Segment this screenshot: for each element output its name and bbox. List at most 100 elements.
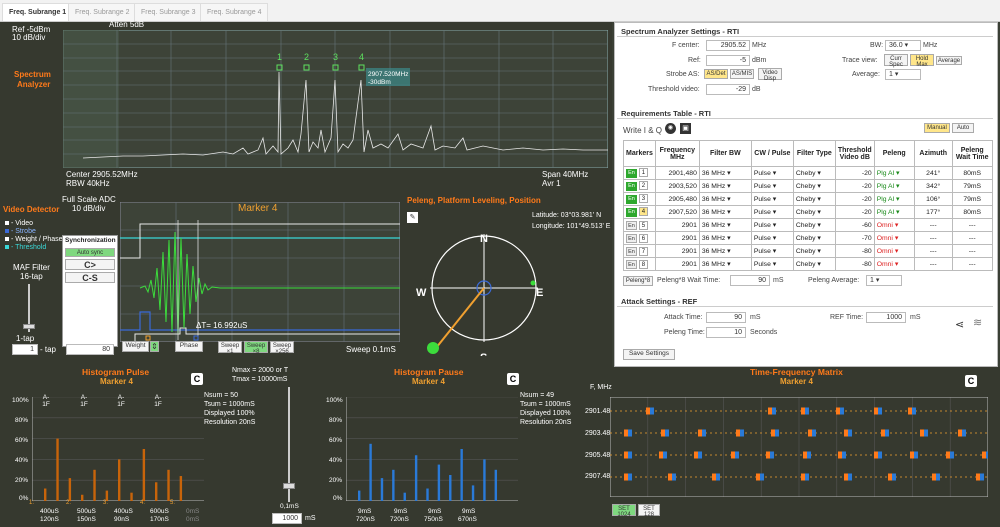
set-128-button[interactable]: SET 128 <box>638 504 660 518</box>
tap-input[interactable]: 1 <box>12 344 38 355</box>
hist-pulse-clear-button[interactable]: C <box>191 373 203 385</box>
time-slider-handle[interactable] <box>283 483 295 489</box>
peleng8-wait-input[interactable]: 90 <box>730 275 770 286</box>
tab-subrange-3[interactable]: Freq. Subrange 3 <box>134 3 203 21</box>
manual-button[interactable]: Manual <box>924 123 950 133</box>
save-settings-button[interactable]: Save Settings <box>623 349 675 360</box>
tfm-plot[interactable] <box>610 397 988 497</box>
video-plot[interactable]: Marker 4 ΔT= 16.992uS <box>120 202 400 342</box>
freq-cell[interactable]: 2903,520 <box>654 179 700 193</box>
ft-cell[interactable]: Cheby ▾ <box>792 257 836 271</box>
ft-cell[interactable]: Cheby ▾ <box>792 231 836 245</box>
enable-toggle[interactable]: En <box>626 182 637 191</box>
freq-cell[interactable]: 2905,480 <box>654 192 700 206</box>
sync-opt-3[interactable]: ● 0.300mS <box>66 306 100 313</box>
marker-number[interactable]: 6 <box>638 233 648 243</box>
compass[interactable]: N E S W <box>412 208 552 356</box>
thr-cell[interactable]: -20 <box>834 192 875 206</box>
auto-sync-button[interactable]: Auto sync <box>65 248 115 257</box>
thr-cell[interactable]: -20 <box>834 205 875 219</box>
set-1024-button[interactable]: SET 1024 <box>612 504 636 518</box>
average-select[interactable]: 1 ▾ <box>885 69 921 80</box>
tab-subrange-1[interactable]: Freq. Subrange 1 <box>2 3 74 21</box>
marker-number[interactable]: 2 <box>638 181 648 190</box>
peleng-cell[interactable]: Omni ▾ <box>873 231 915 245</box>
hist-pulse-chart[interactable] <box>32 397 204 501</box>
bw-cell[interactable]: 36 MHz ▾ <box>698 257 752 271</box>
peleng-cell[interactable]: Omni ▾ <box>873 218 915 232</box>
peleng-cell[interactable]: Plg Al ▾ <box>873 166 915 180</box>
peleng-cell[interactable]: Omni ▾ <box>873 257 915 271</box>
freq-cell[interactable]: 2901 <box>654 218 700 232</box>
cw-cell[interactable]: Pulse ▾ <box>750 218 794 232</box>
enable-toggle[interactable]: En <box>626 195 637 204</box>
bw-cell[interactable]: 36 MHz ▾ <box>698 231 752 245</box>
hist-pause-chart[interactable] <box>346 397 518 501</box>
ref-input[interactable]: -5 <box>706 55 750 66</box>
cw-cell[interactable]: Pulse ▾ <box>750 231 794 245</box>
threshold-input[interactable]: -29 <box>706 84 750 95</box>
peleng-time-input[interactable]: 10 <box>706 327 746 338</box>
strobe-video-disp[interactable]: Video Disp <box>758 68 782 82</box>
hist-pause-clear-button[interactable]: C <box>507 373 519 385</box>
maf-slider-handle[interactable] <box>23 324 35 329</box>
spectrum-plot[interactable]: 1 2 3 4 2907.520MHz -30dBm <box>63 30 608 168</box>
thr-cell[interactable]: -60 <box>834 218 875 232</box>
peleng-avg-select[interactable]: 1 ▾ <box>866 275 902 286</box>
ft-cell[interactable]: Cheby ▾ <box>792 179 836 193</box>
enable-toggle[interactable]: En <box>626 233 637 243</box>
bw-cell[interactable]: 36 MHz ▾ <box>698 244 752 258</box>
marker-number[interactable]: 7 <box>638 246 648 256</box>
cw-cell[interactable]: Pulse ▾ <box>750 192 794 206</box>
enable-toggle[interactable]: En <box>626 169 637 178</box>
cw-cell[interactable]: Pulse ▾ <box>750 205 794 219</box>
enable-toggle[interactable]: En <box>626 259 637 269</box>
sync-value-input[interactable]: 80 <box>66 344 114 355</box>
thr-cell[interactable]: -20 <box>834 179 875 193</box>
marker-number[interactable]: 8 <box>638 259 648 269</box>
time-slider-input[interactable]: 1000 <box>272 513 302 524</box>
record-icon[interactable]: ◉ <box>665 123 676 134</box>
freq-cell[interactable]: 2901 <box>654 231 700 245</box>
sweep-x1-button[interactable]: Sweep ×1 <box>218 341 242 355</box>
attack-time-input[interactable]: 90 <box>706 312 746 323</box>
bw-cell[interactable]: 36 MHz ▾ <box>698 166 752 180</box>
cw-cell[interactable]: Pulse ▾ <box>750 257 794 271</box>
ft-cell[interactable]: Cheby ▾ <box>792 218 836 232</box>
peleng-cell[interactable]: Plg Al ▾ <box>873 205 915 219</box>
marker-number[interactable]: 5 <box>638 220 648 230</box>
ft-cell[interactable]: Cheby ▾ <box>792 166 836 180</box>
sync-opt-4[interactable]: ◉ 0.600mS <box>66 316 102 324</box>
marker-number[interactable]: 1 <box>638 168 648 177</box>
strobe-as-mis[interactable]: AS/MIS <box>730 69 754 79</box>
freq-cell[interactable]: 2901,480 <box>654 166 700 180</box>
cw-cell[interactable]: Pulse ▾ <box>750 179 794 193</box>
tfm-clear-button[interactable]: C <box>965 375 977 387</box>
strobe-as-det[interactable]: AS/Det <box>704 69 728 79</box>
ft-cell[interactable]: Cheby ▾ <box>792 244 836 258</box>
freq-cell[interactable]: 2907,520 <box>654 205 700 219</box>
peleng-cell[interactable]: Plg Al ▾ <box>873 192 915 206</box>
weight-toggle[interactable]: ⇕ <box>150 341 159 352</box>
enable-toggle[interactable]: En <box>626 220 637 230</box>
cw-cell[interactable]: Pulse ▾ <box>750 166 794 180</box>
sync-reverse-button[interactable]: C-S <box>65 272 115 283</box>
freq-cell[interactable]: 2901 <box>654 244 700 258</box>
thr-cell[interactable]: -80 <box>834 244 875 258</box>
marker-number[interactable]: 4 <box>638 207 648 216</box>
enable-toggle[interactable]: En <box>626 246 637 256</box>
trace-average[interactable]: Average <box>936 56 962 65</box>
peleng8-button[interactable]: Peleng*8 <box>623 276 653 286</box>
thr-cell[interactable]: -20 <box>834 166 875 180</box>
enable-toggle[interactable]: En <box>626 208 637 217</box>
bw-cell[interactable]: 36 MHz ▾ <box>698 192 752 206</box>
bw-select[interactable]: 36.0 ▾ <box>885 40 921 51</box>
wifi-icon[interactable]: ≋ <box>973 316 982 329</box>
trace-hold-max[interactable]: Hold Max <box>910 54 934 68</box>
weight-button[interactable]: Weight <box>122 341 149 352</box>
tab-subrange-4[interactable]: Freq. Subrange 4 <box>200 3 269 21</box>
sync-forward-button[interactable]: C˃ <box>65 259 115 270</box>
thr-cell[interactable]: -80 <box>834 257 875 271</box>
peleng-cell[interactable]: Omni ▾ <box>873 244 915 258</box>
sweep-x256-button[interactable]: Sweep ×256 <box>270 341 294 355</box>
